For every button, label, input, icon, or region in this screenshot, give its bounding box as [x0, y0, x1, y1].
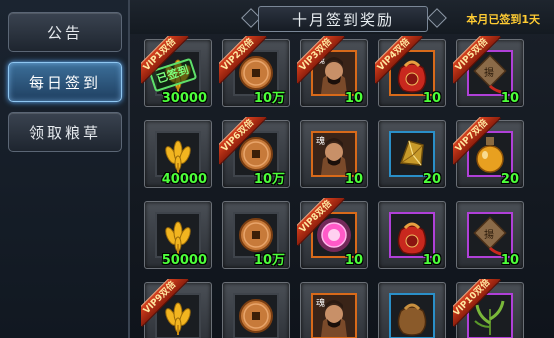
vip-double-ribbon: VIP9双倍: [141, 279, 189, 327]
grain-icon: [165, 221, 191, 254]
reward-cell[interactable]: VIP6双倍 10万: [219, 117, 290, 188]
reward-slot: 魂: [311, 293, 357, 338]
reward-quantity: 10: [344, 172, 363, 187]
sidebar-item-claim-rations[interactable]: 领取粮草: [8, 112, 122, 152]
header: 十月签到奖励 本月已签到1天: [130, 0, 554, 34]
reward-slot: [389, 131, 435, 177]
signed-days-status: 本月已签到1天: [466, 13, 540, 26]
reward-cell[interactable]: 已签到 VIP1双倍 30000: [141, 36, 212, 107]
vip-double-ribbon: VIP2双倍: [219, 36, 267, 84]
reward-slot: [233, 293, 279, 338]
reward-quantity: 50000: [161, 253, 207, 268]
reward-cell[interactable]: 50000: [144, 201, 212, 269]
reward-quantity: 40000: [161, 172, 207, 187]
vip-double-ribbon: VIP1双倍: [141, 36, 189, 84]
reward-quantity: 10: [344, 91, 363, 106]
reward-quantity: 10: [500, 91, 519, 106]
reward-slot: [389, 293, 435, 338]
sidebar: 公告 每日签到 领取粮草: [0, 0, 130, 338]
reward-quantity: 10: [344, 253, 363, 268]
reward-cell[interactable]: VIP7双倍 20: [453, 117, 524, 188]
reward-cell[interactable]: 40000: [144, 120, 212, 188]
vip-double-ribbon: VIP4双倍: [375, 36, 423, 84]
vip-double-ribbon: VIP3双倍: [297, 36, 345, 84]
vip-double-ribbon: VIP6双倍: [219, 117, 267, 165]
reward-quantity: 10万: [253, 91, 285, 106]
coin-icon: [239, 299, 273, 333]
reward-cell[interactable]: 揚 10: [456, 201, 524, 269]
reward-quantity: 10万: [253, 172, 285, 187]
reward-cell[interactable]: [222, 282, 290, 338]
vip-double-label: VIP2双倍: [219, 36, 267, 84]
reward-quantity: 20: [500, 172, 519, 187]
reward-grid: 已签到VIP1双倍30000VIP2双倍10万魂VIP3双倍10VIP4双倍10…: [138, 34, 554, 338]
svg-text:魂: 魂: [316, 297, 325, 309]
reward-slot: [155, 212, 201, 258]
gold-crystal-icon: [399, 140, 424, 166]
token-plaque-icon: 揚: [473, 216, 507, 256]
reward-quantity: 10: [500, 253, 519, 268]
vip-double-label: VIP7双倍: [453, 117, 501, 165]
title-right-ornament-icon: [427, 8, 447, 28]
reward-cell[interactable]: 10万: [222, 201, 290, 269]
reward-slot: 揚: [467, 212, 513, 258]
reward-quantity: 10: [422, 91, 441, 106]
page-title: 十月签到奖励: [258, 6, 428, 32]
reward-slot: [155, 131, 201, 177]
vip-double-label: VIP5双倍: [453, 36, 501, 84]
sidebar-item-daily-signin[interactable]: 每日签到: [8, 62, 122, 102]
reward-cell[interactable]: [378, 282, 446, 338]
general-portrait-icon: 魂: [313, 295, 355, 337]
reward-quantity: 30000: [161, 91, 207, 106]
general-portrait-icon: 魂: [313, 133, 355, 175]
vip-double-ribbon: VIP5双倍: [453, 36, 501, 84]
brown-pouch-icon: [397, 303, 427, 336]
reward-cell[interactable]: 10: [378, 201, 446, 269]
vip-double-label: VIP1双倍: [141, 36, 189, 84]
reward-cell[interactable]: VIP4双倍 10: [375, 36, 446, 107]
vip-double-label: VIP6双倍: [219, 117, 267, 165]
reward-cell[interactable]: 揚 VIP5双倍 10: [453, 36, 524, 107]
grain-icon: [165, 140, 191, 173]
reward-cell[interactable]: 魂 10: [300, 120, 368, 188]
reward-cell[interactable]: VIP2双倍 10万: [219, 36, 290, 107]
reward-cell[interactable]: 魂: [300, 282, 368, 338]
vip-double-label: VIP10双倍: [453, 279, 501, 327]
vip-double-ribbon: VIP8双倍: [297, 198, 345, 246]
reward-cell[interactable]: 20: [378, 120, 446, 188]
vip-double-label: VIP8双倍: [297, 198, 345, 246]
vip-double-label: VIP4双倍: [375, 36, 423, 84]
reward-quantity: 20: [422, 172, 441, 187]
sidebar-item-announcement[interactable]: 公告: [8, 12, 122, 52]
vip-double-ribbon: VIP7双倍: [453, 117, 501, 165]
vip-double-ribbon: VIP10双倍: [453, 279, 501, 327]
svg-text:揚: 揚: [484, 228, 494, 241]
daily-signin-window: 公告 每日签到 领取粮草 十月签到奖励 本月已签到1天 已签到 VIP1双倍 300…: [0, 0, 554, 338]
red-pouch-icon: [397, 222, 427, 255]
reward-slot: [389, 212, 435, 258]
reward-cell[interactable]: VIP8双倍 10: [297, 198, 368, 269]
vip-double-label: VIP3双倍: [297, 36, 345, 84]
reward-cell[interactable]: 魂VIP3双倍10: [297, 36, 368, 107]
reward-quantity: 10: [422, 253, 441, 268]
reward-cell[interactable]: VIP10双倍: [453, 279, 524, 338]
reward-cell[interactable]: VIP9双倍: [141, 279, 212, 338]
reward-slot: 魂: [311, 131, 357, 177]
vip-double-label: VIP9双倍: [141, 279, 189, 327]
reward-quantity: 10万: [253, 253, 285, 268]
svg-text:魂: 魂: [316, 135, 325, 147]
